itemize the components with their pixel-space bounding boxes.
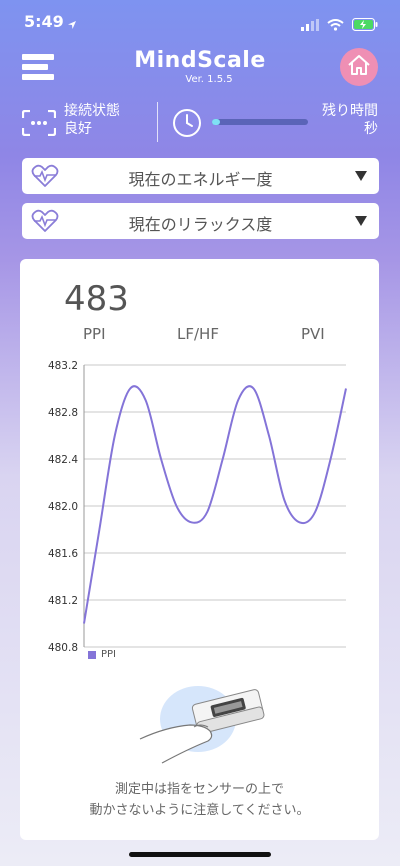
- signal-icon: [301, 16, 319, 35]
- legend-label: PPI: [101, 649, 117, 660]
- divider: [157, 102, 158, 142]
- measurement-card: 483 PPI LF/HF PVI 483.2 482.8 482.4 482.0 48…: [20, 259, 379, 840]
- chart-legend: PPI: [88, 649, 116, 660]
- series-line-ppi: [83, 385, 347, 624]
- energy-dropdown-label: 現在のエネルギー度: [128, 170, 273, 189]
- y-tick-label: 482.4: [48, 454, 78, 466]
- legend-swatch: [88, 650, 96, 659]
- tab-lfhf[interactable]: LF/HF: [177, 325, 219, 343]
- home-indicator: [129, 852, 271, 857]
- connection-label: 接続状態: [64, 103, 120, 119]
- connection-status: 接続状態 良好: [64, 102, 120, 138]
- y-tick-label: 482.0: [48, 501, 78, 513]
- y-tick-label: 482.8: [48, 407, 78, 419]
- remaining-label: 残り時間: [322, 103, 378, 119]
- clock-icon: [172, 108, 202, 142]
- location-icon: [67, 15, 77, 34]
- remaining-unit: 秒: [364, 121, 378, 137]
- wifi-icon: [327, 16, 344, 35]
- caret-down-icon: [355, 216, 367, 226]
- connection-icon: [21, 109, 57, 140]
- instruction-line-2: 動かさないように注意してください。: [89, 803, 310, 818]
- status-time: 5:49: [24, 12, 64, 31]
- energy-dropdown[interactable]: 現在のエネルギー度: [22, 158, 379, 194]
- home-button[interactable]: [340, 48, 378, 86]
- current-value: 483: [64, 279, 129, 319]
- y-tick-label: 483.2: [48, 360, 78, 372]
- connection-value: 良好: [64, 121, 92, 137]
- relax-dropdown[interactable]: 現在のリラックス度: [22, 203, 379, 239]
- instruction-line-1: 測定中は指をセンサーの上で: [114, 782, 284, 797]
- tab-pvi[interactable]: PVI: [301, 325, 325, 343]
- app-header: MindScale Ver. 1.5.5: [0, 44, 400, 100]
- tab-ppi[interactable]: PPI: [83, 325, 106, 343]
- status-bar: 5:49: [0, 0, 400, 44]
- ppi-chart: 483.2 482.8 482.4 482.0 481.6 481.2 480.8: [48, 360, 347, 654]
- status-panel: 接続状態 良好 残り時間 秒: [0, 100, 400, 148]
- finger-sensor-illustration: [138, 677, 268, 771]
- remaining-progress-bar: [212, 119, 308, 125]
- y-tick-label: 480.8: [48, 642, 78, 654]
- y-tick-label: 481.6: [48, 548, 78, 560]
- remaining-time: 残り時間 秒: [322, 102, 378, 138]
- progress-fill: [212, 119, 220, 125]
- instruction-text: 測定中は指をセンサーの上で 動かさないように注意してください。: [20, 779, 379, 821]
- caret-down-icon: [355, 171, 367, 181]
- relax-dropdown-label: 現在のリラックス度: [128, 215, 273, 234]
- battery-charging-icon: [352, 16, 378, 35]
- home-icon: [347, 54, 371, 80]
- y-tick-label: 481.2: [48, 595, 78, 607]
